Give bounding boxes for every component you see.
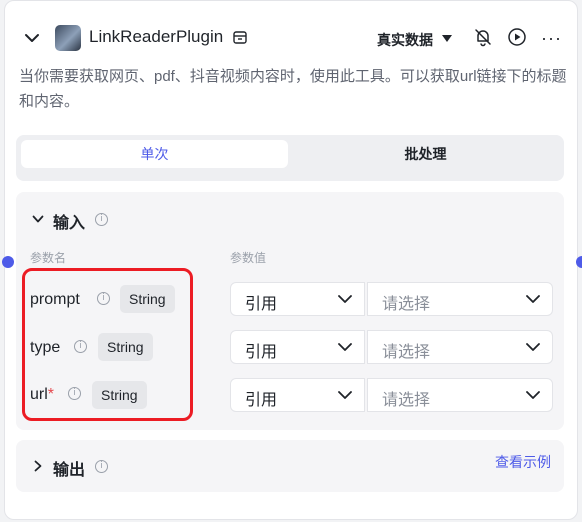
run-play-icon[interactable] [507, 27, 527, 47]
param-value-header: 参数值 [230, 251, 267, 265]
caret-down-icon[interactable] [442, 35, 452, 42]
info-icon[interactable]: i [95, 460, 108, 473]
chevron-down-icon [526, 343, 540, 351]
ref-select-value: 引用 [245, 296, 278, 313]
ref-select-value: 引用 [245, 344, 278, 361]
data-mode-dropdown[interactable]: 真实数据 [377, 30, 433, 50]
output-section-title: 输出 [53, 462, 86, 479]
ref-select[interactable]: 引用 [230, 330, 365, 364]
param-name-header: 参数名 [30, 251, 67, 265]
input-section-title: 输入 [53, 215, 86, 232]
output-port-handle[interactable] [576, 256, 582, 268]
value-select[interactable]: 请选择 [367, 378, 553, 412]
value-select[interactable]: 请选择 [367, 330, 553, 364]
node-header: LinkReaderPlugin 真实数据 ··· 当你需要获取网页、pdf、抖… [5, 1, 579, 110]
chevron-down-icon [338, 295, 352, 303]
plugin-title: LinkReaderPlugin [89, 27, 224, 46]
value-select[interactable]: 请选择 [367, 282, 553, 316]
value-select-placeholder: 请选择 [382, 392, 431, 409]
chevron-down-icon [526, 295, 540, 303]
plugin-node-card[interactable]: LinkReaderPlugin 真实数据 ··· 当你需要获取网页、pdf、抖… [2, 0, 582, 520]
annotation-highlight-box [22, 268, 193, 421]
value-select-placeholder: 请选择 [382, 296, 431, 313]
run-mode-tabs: 单次 批处理 [16, 135, 564, 181]
ref-select[interactable]: 引用 [230, 378, 365, 412]
plugin-description: 当你需要获取网页、pdf、抖音视频内容时，使用此工具。可以获取url链接下的标题… [19, 68, 567, 110]
tab-single[interactable]: 单次 [21, 140, 288, 168]
tab-batch[interactable]: 批处理 [292, 140, 559, 168]
bell-off-icon[interactable] [473, 27, 493, 47]
input-port-handle[interactable] [2, 256, 14, 268]
more-options-icon[interactable]: ··· [541, 29, 562, 47]
store-icon[interactable] [232, 29, 248, 45]
chevron-down-icon [338, 343, 352, 351]
chevron-down-icon [338, 391, 352, 399]
value-select-placeholder: 请选择 [382, 344, 431, 361]
plugin-logo-icon [55, 25, 81, 51]
ref-select-value: 引用 [245, 392, 278, 409]
info-icon[interactable]: i [95, 213, 108, 226]
chevron-down-icon[interactable] [23, 29, 41, 47]
chevron-right-icon[interactable] [32, 460, 44, 472]
ref-select[interactable]: 引用 [230, 282, 365, 316]
chevron-down-icon [526, 391, 540, 399]
chevron-down-icon[interactable] [32, 213, 44, 225]
view-example-link[interactable]: 查看示例 [495, 452, 551, 472]
output-section[interactable]: 输出 i 查看示例 [16, 440, 564, 492]
